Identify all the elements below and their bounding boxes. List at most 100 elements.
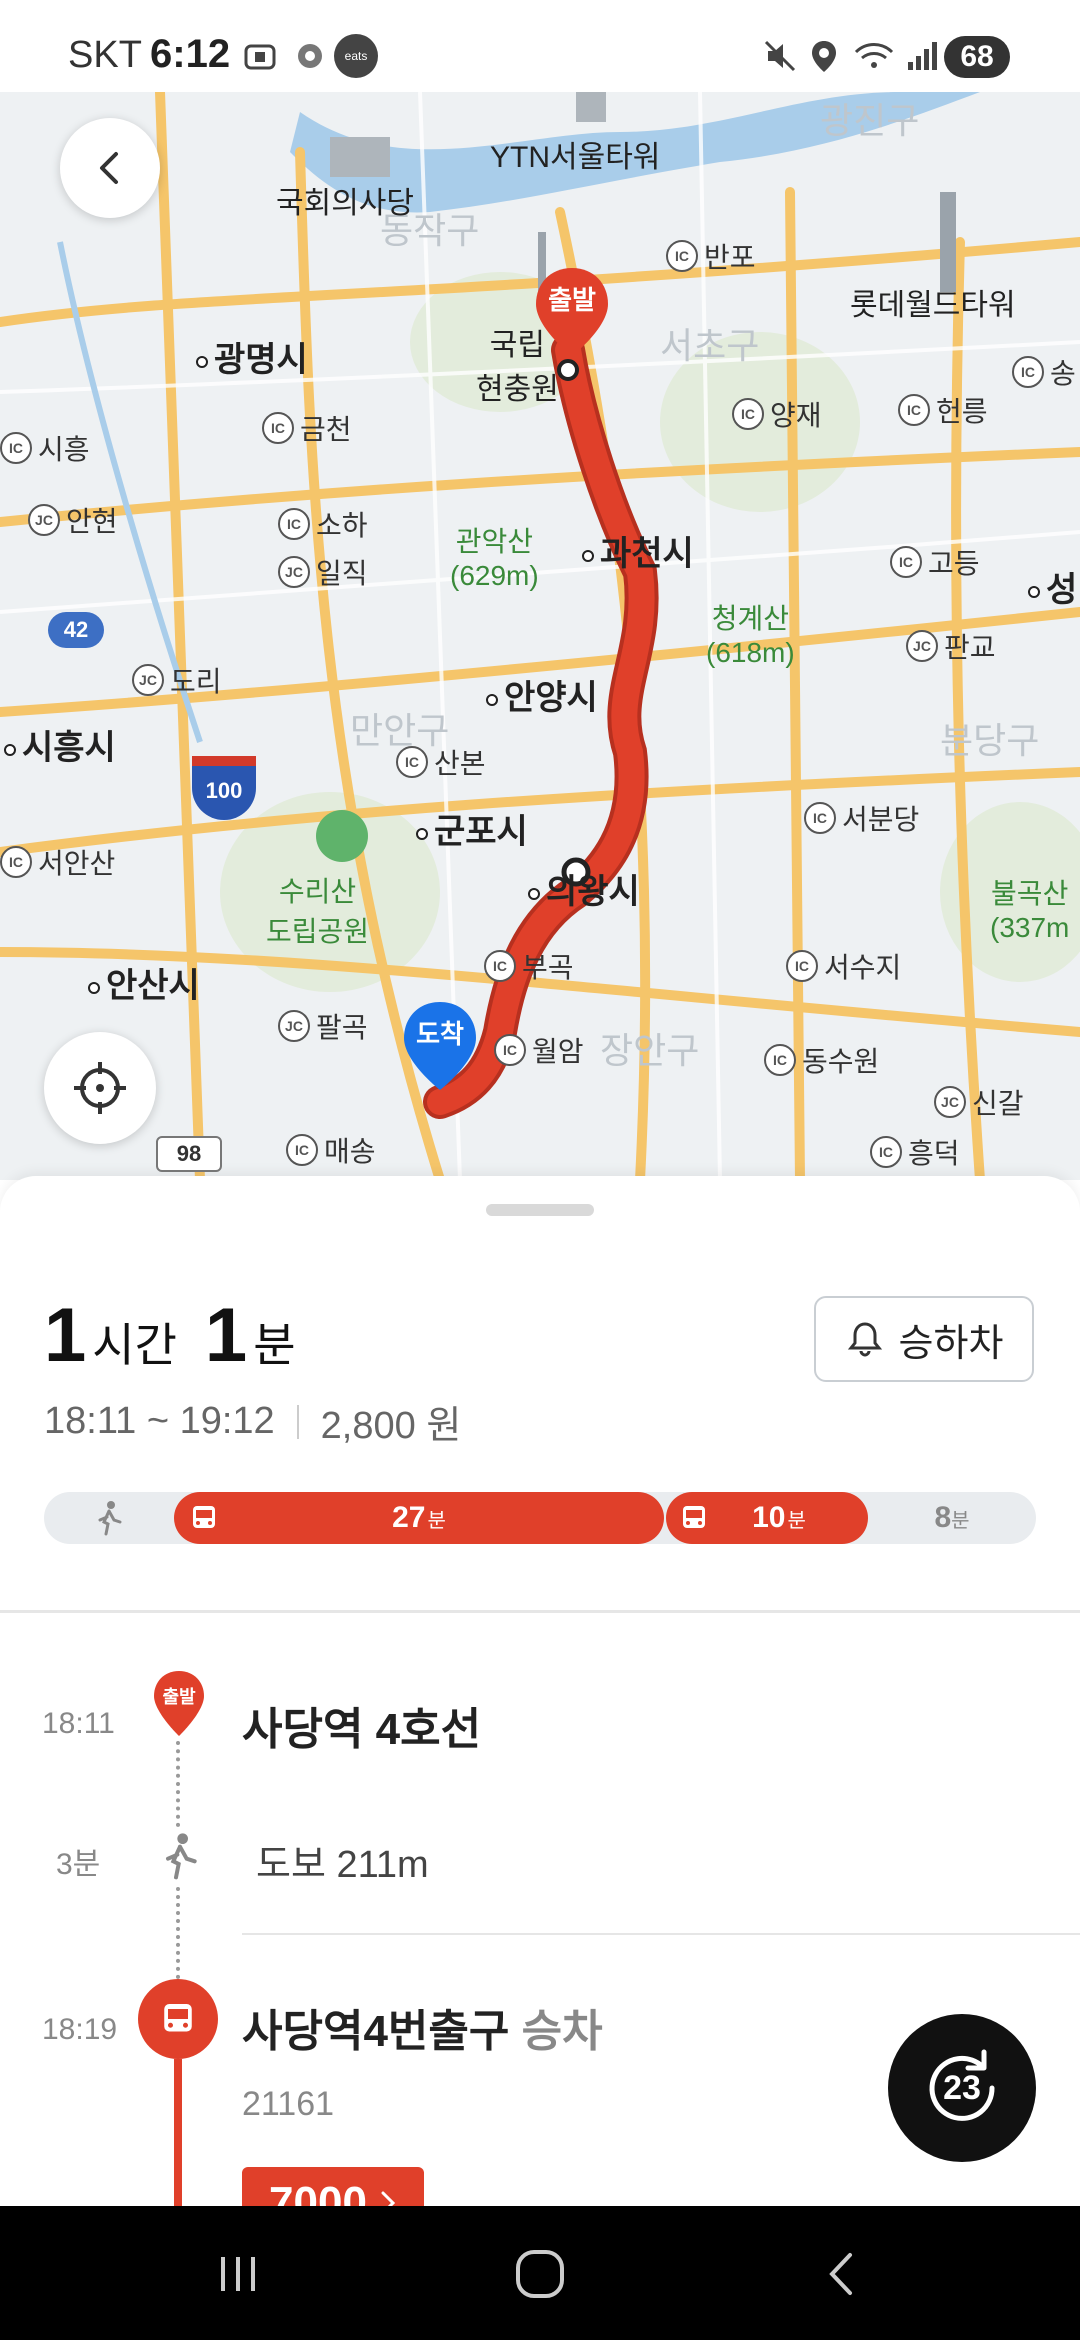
- walk-duration: 3분: [56, 1848, 101, 1881]
- segment-walk: [44, 1492, 174, 1544]
- walk-icon: [166, 1833, 197, 1880]
- junction-marker: JC 신갈: [934, 1086, 1024, 1119]
- end-pin[interactable]: 도착: [398, 998, 482, 1094]
- city-label: 과천시: [582, 526, 694, 575]
- interchange-marker: IC 동수원: [764, 1044, 879, 1077]
- interchange-marker: IC 송: [1012, 356, 1076, 389]
- interchange-marker: IC 헌릉: [898, 394, 988, 427]
- segment-bus-2: 10 분: [666, 1492, 868, 1544]
- district-label: 장안구: [600, 1030, 700, 1071]
- route-map[interactable]: 동작구 광진구 서초구 만안구 분당구 장안구 YTN서울타워 국회의사당 롯데…: [0, 92, 1080, 1180]
- interchange-marker: IC 양재: [732, 398, 822, 431]
- mountain-label: 청계산 (618m): [706, 603, 795, 668]
- screenshot-icon: [244, 44, 276, 70]
- battery-indicator: 68: [944, 36, 1010, 78]
- junction-marker: JC 판교: [906, 630, 996, 663]
- signal-icon: [908, 42, 937, 70]
- place-label-lotte: 롯데월드타워: [850, 289, 1016, 322]
- city-label: 군포시: [416, 804, 528, 853]
- interchange-marker: IC 매송: [286, 1134, 376, 1167]
- app-notification-icon: eats: [334, 34, 378, 78]
- interchange-marker: IC 시흥: [0, 432, 90, 465]
- back-button[interactable]: [60, 118, 160, 218]
- interchange-marker: IC 반포: [666, 240, 756, 273]
- bus-icon: [683, 1506, 705, 1528]
- city-label: 안양시: [486, 670, 598, 719]
- trip-time-fare: 18:11 ~ 19:12 2,800 원: [44, 1394, 461, 1449]
- interchange-marker: IC 부곡: [484, 950, 574, 983]
- back-nav-button[interactable]: [812, 2244, 872, 2304]
- interchange-marker: IC 서수지: [786, 950, 901, 983]
- chevron-right-icon: [381, 2191, 396, 2206]
- back-icon: [829, 2253, 852, 2295]
- junction-marker: JC 팔곡: [278, 1010, 368, 1043]
- walk-distance: 도보 211m: [256, 1844, 429, 1886]
- city-label: 시흥시: [4, 720, 116, 769]
- city-label: 성: [1028, 562, 1077, 611]
- segment-bus-1: 27 분: [174, 1492, 664, 1544]
- interchange-marker: IC 소하: [278, 508, 368, 541]
- refresh-button[interactable]: 23: [888, 2014, 1036, 2162]
- mute-icon: [764, 40, 796, 72]
- bus-icon: [164, 2004, 192, 2032]
- separator: [296, 1404, 299, 1439]
- segment-walk-end: 8분: [934, 1501, 970, 1534]
- recents-icon: [221, 2257, 255, 2291]
- time-range: 18:11 ~ 19:12: [44, 1400, 275, 1442]
- carrier-label: SKT: [68, 34, 142, 76]
- junction-marker: JC 일직: [278, 556, 368, 589]
- place-label-assembly: 국회의사당: [276, 187, 414, 220]
- district-label: 광진구: [820, 100, 920, 141]
- crosshair-icon: [74, 1062, 126, 1114]
- city-label: 의왕시: [528, 864, 640, 913]
- current-location-button[interactable]: [44, 1032, 156, 1144]
- total-duration: 1 시간 1 분: [44, 1293, 296, 1378]
- boarding-stop[interactable]: 사당역4번출구 승차: [242, 1995, 603, 2059]
- interchange-marker: IC 서안산: [0, 846, 115, 879]
- bus-route-chip[interactable]: 7000: [242, 2167, 424, 2206]
- stop-code: 21161: [242, 2085, 335, 2123]
- fare: 2,800 원: [320, 1405, 462, 1447]
- park-icon: [316, 810, 368, 862]
- route-shield-98: 98: [156, 1136, 222, 1172]
- interchange-marker: IC 서분당: [804, 802, 919, 835]
- row-divider: [242, 1933, 1080, 1935]
- interchange-marker: IC 흥덕: [870, 1136, 960, 1169]
- route-shield-42: 42: [48, 612, 104, 648]
- mountain-label: 불곡산 (337m: [990, 878, 1070, 943]
- mountain-label: 관악산 (629m): [450, 526, 539, 591]
- home-icon: [516, 2250, 564, 2298]
- city-label: 안산시: [88, 958, 200, 1007]
- district-label: 서초구: [660, 325, 760, 366]
- bus-route-line: [174, 2059, 182, 2206]
- alight-alarm-button[interactable]: 승하차: [814, 1296, 1034, 1382]
- system-nav-bar: [0, 2206, 1080, 2340]
- step-time: 18:11: [42, 1707, 115, 1740]
- walk-connector: [176, 1741, 180, 1827]
- route-shield-100: 100: [192, 756, 256, 820]
- recents-button[interactable]: [208, 2244, 268, 2304]
- start-pin[interactable]: 출발: [530, 264, 614, 360]
- junction-marker: JC 안현: [28, 504, 118, 537]
- start-marker: 출발: [150, 1669, 208, 1739]
- trip-segment-bar: 27 분 10 분 8분: [44, 1492, 1036, 1544]
- vpn-icon: [298, 44, 322, 68]
- bell-icon: [847, 1322, 882, 1357]
- interchange-marker: IC 산본: [396, 746, 486, 779]
- interchange-marker: IC 고등: [890, 546, 980, 579]
- interchange-marker: IC 금천: [262, 412, 352, 445]
- bus-stop-marker: [138, 1979, 218, 2059]
- clock: 6:12: [150, 32, 231, 76]
- location-icon: [812, 41, 836, 72]
- park-label: 수리산 도립공원: [266, 876, 370, 947]
- chevron-left-icon: [100, 152, 118, 184]
- refresh-countdown: 23: [943, 2068, 981, 2107]
- sheet-drag-handle[interactable]: [486, 1204, 594, 1216]
- interchange-marker: IC 월암: [494, 1034, 584, 1067]
- junction-marker: JC 도리: [132, 664, 222, 697]
- city-label: 광명시: [196, 332, 308, 381]
- start-station-name[interactable]: 사당역 4호선: [242, 1693, 481, 1757]
- home-button[interactable]: [510, 2244, 570, 2304]
- status-bar: SKT 6:12 eats 68: [0, 0, 1080, 92]
- bus-icon: [193, 1506, 215, 1528]
